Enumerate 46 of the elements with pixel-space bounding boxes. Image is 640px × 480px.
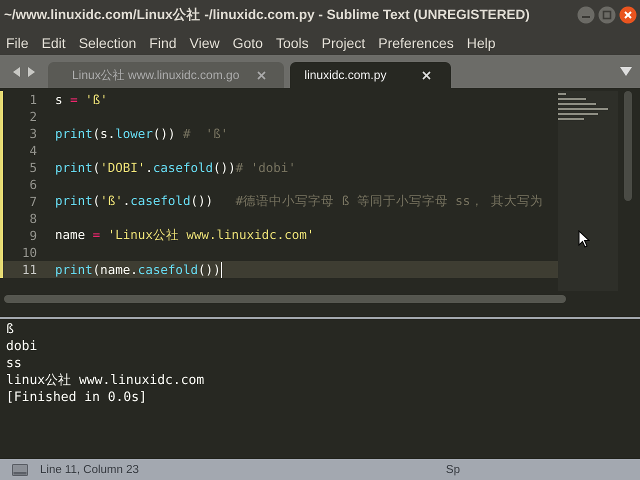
code-line: print(name.casefold())	[55, 262, 221, 277]
line-number: 8	[28, 211, 37, 226]
arrows-icon[interactable]	[12, 66, 36, 78]
output-line: [Finished in 0.0s]	[6, 389, 148, 406]
menu-item[interactable]: Find	[149, 34, 177, 50]
line-number: 7	[28, 194, 37, 209]
line-number: 3	[28, 126, 37, 141]
scrollbar[interactable]	[4, 295, 566, 303]
code-line: s = 'ß'	[55, 92, 108, 107]
line-number: 6	[28, 177, 37, 192]
menu-item[interactable]: Selection	[78, 34, 136, 50]
line-number: 1	[28, 92, 37, 107]
console-icon[interactable]	[12, 464, 28, 476]
line-number: 11	[20, 262, 37, 277]
window-title: ~/www.linuxidc.com/Linux公社 -/linuxidc.com.py - Sublime Text (UNREGISTERED)	[4, 6, 531, 24]
code-line: print('DOBI'.casefold())# 'dobi'	[55, 160, 296, 175]
line-number: 5	[28, 160, 37, 175]
line-number: 4	[28, 143, 37, 158]
code-line: print('ß'.casefold()) #德语中小写字母 ß 等同于小写字母 ss， 其大写为	[55, 193, 543, 210]
close-icon[interactable]	[619, 6, 637, 24]
scrollbar[interactable]	[624, 91, 632, 201]
menu-item[interactable]: Edit	[42, 34, 66, 50]
output-line: linux公社 www.linuxidc.com	[6, 372, 206, 389]
menu-item[interactable]: Preferences	[378, 34, 454, 50]
menu-item[interactable]: File	[6, 34, 29, 50]
line-number: 10	[20, 245, 37, 260]
file-tab[interactable]: linuxidc.com.py	[290, 62, 452, 88]
line-number: 9	[28, 228, 37, 243]
line-number: 2	[28, 109, 37, 124]
output-line: ß	[6, 321, 15, 338]
menu-item[interactable]: Project	[322, 34, 366, 50]
minimap[interactable]	[558, 91, 618, 291]
dropdown-icon[interactable]	[620, 67, 632, 76]
output-line: dobi	[6, 338, 38, 355]
menu-item[interactable]: Help	[466, 34, 496, 50]
indentation-setting[interactable]: Sp	[446, 464, 460, 476]
menu-item[interactable]: View	[190, 34, 220, 50]
cursor-position: Line 11, Column 23	[40, 464, 139, 476]
output-line: ss	[6, 355, 23, 372]
text-cursor	[220, 262, 222, 278]
minimize-icon[interactable]	[577, 6, 595, 24]
menu-item[interactable]: Goto	[232, 34, 263, 50]
code-line: name = 'Linux公社 www.linuxidc.com'	[55, 227, 314, 244]
menu-item[interactable]: Tools	[276, 34, 309, 50]
code-line: print(s.lower()) # 'ß'	[55, 126, 228, 141]
mouse-pointer-icon	[578, 230, 590, 248]
